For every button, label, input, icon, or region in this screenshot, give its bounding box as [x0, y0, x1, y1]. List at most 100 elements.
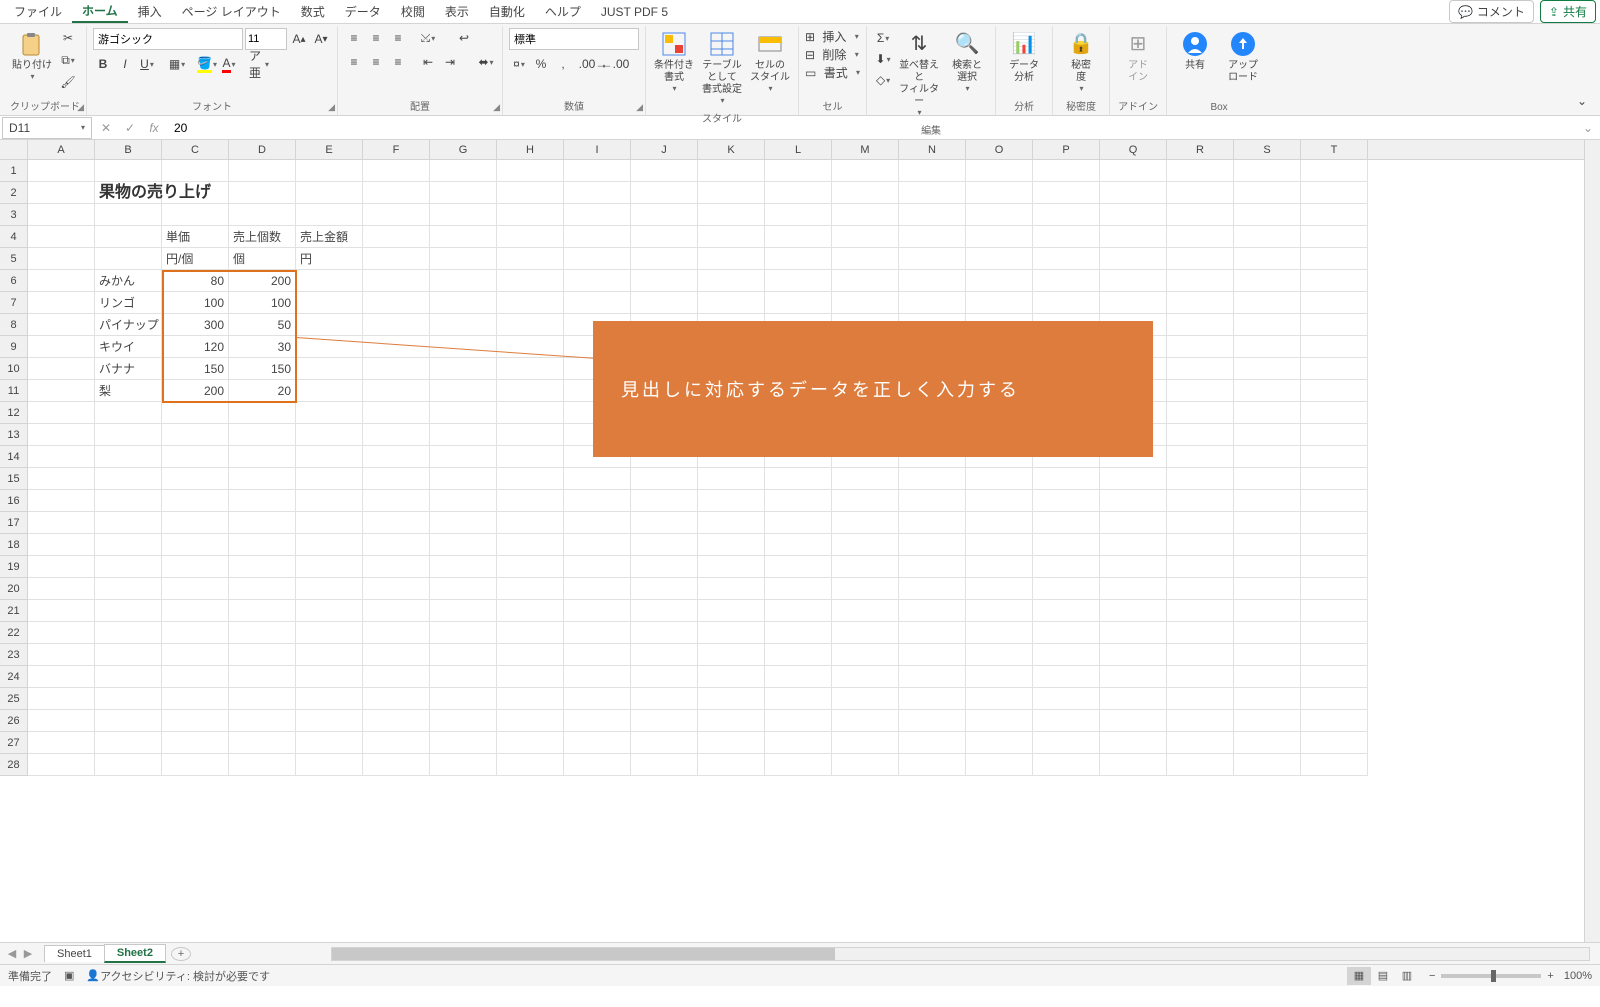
row-header[interactable]: 27 — [0, 732, 27, 754]
cell[interactable] — [1100, 160, 1167, 182]
italic-button[interactable]: I — [115, 54, 135, 74]
cell[interactable] — [1234, 380, 1301, 402]
row-header[interactable]: 4 — [0, 226, 27, 248]
cell[interactable] — [430, 204, 497, 226]
cell[interactable] — [363, 314, 430, 336]
cell[interactable] — [363, 226, 430, 248]
cell[interactable]: 円/個 — [162, 248, 229, 270]
cell[interactable] — [1234, 314, 1301, 336]
cell[interactable] — [363, 204, 430, 226]
cell-styles-button[interactable]: セルの スタイル▾ — [748, 28, 792, 96]
cell[interactable] — [1100, 666, 1167, 688]
cell[interactable] — [698, 248, 765, 270]
cell[interactable] — [1100, 292, 1167, 314]
cell[interactable] — [966, 644, 1033, 666]
row-header[interactable]: 16 — [0, 490, 27, 512]
box-share-button[interactable]: 共有 — [1173, 28, 1217, 74]
cell[interactable] — [966, 578, 1033, 600]
cell[interactable] — [1033, 512, 1100, 534]
cell[interactable] — [698, 160, 765, 182]
cell[interactable] — [832, 556, 899, 578]
cell[interactable] — [28, 732, 95, 754]
row-header[interactable]: 11 — [0, 380, 27, 402]
cell[interactable] — [1033, 688, 1100, 710]
cell[interactable] — [363, 380, 430, 402]
cell[interactable] — [832, 644, 899, 666]
cell[interactable]: 個 — [229, 248, 296, 270]
cell[interactable] — [363, 292, 430, 314]
cell[interactable] — [564, 270, 631, 292]
font-name-select[interactable] — [93, 28, 243, 50]
cell[interactable] — [1234, 732, 1301, 754]
cell[interactable] — [631, 578, 698, 600]
cell[interactable] — [832, 512, 899, 534]
cell[interactable] — [698, 688, 765, 710]
cell[interactable] — [95, 402, 162, 424]
cell[interactable] — [832, 160, 899, 182]
cell[interactable] — [1301, 688, 1368, 710]
cell[interactable] — [430, 490, 497, 512]
cell[interactable] — [1100, 732, 1167, 754]
column-header[interactable]: D — [229, 140, 296, 159]
cell[interactable] — [1234, 688, 1301, 710]
cell[interactable] — [1234, 182, 1301, 204]
cell[interactable] — [363, 490, 430, 512]
insert-function-button[interactable]: fx — [142, 117, 166, 139]
cell[interactable] — [832, 754, 899, 776]
row-header[interactable]: 23 — [0, 644, 27, 666]
cell[interactable] — [1301, 556, 1368, 578]
cell[interactable]: 150 — [162, 358, 229, 380]
cell[interactable] — [631, 754, 698, 776]
cell[interactable] — [1033, 292, 1100, 314]
cell[interactable] — [95, 622, 162, 644]
cell[interactable] — [698, 292, 765, 314]
cell[interactable] — [497, 380, 564, 402]
cell[interactable] — [899, 600, 966, 622]
cell[interactable] — [497, 732, 564, 754]
cell[interactable] — [698, 270, 765, 292]
cell[interactable] — [229, 204, 296, 226]
cell[interactable] — [698, 622, 765, 644]
cell[interactable] — [832, 468, 899, 490]
cell[interactable] — [1033, 248, 1100, 270]
cell[interactable] — [162, 160, 229, 182]
cell[interactable] — [497, 424, 564, 446]
cell[interactable] — [899, 248, 966, 270]
cell[interactable] — [229, 600, 296, 622]
cell[interactable] — [95, 490, 162, 512]
cell[interactable] — [28, 688, 95, 710]
fill-color-button[interactable]: 🪣▾ — [197, 54, 217, 74]
cell[interactable] — [698, 754, 765, 776]
zoom-level[interactable]: 100% — [1564, 970, 1592, 982]
cell[interactable] — [363, 468, 430, 490]
cell[interactable] — [430, 380, 497, 402]
cell[interactable] — [1301, 336, 1368, 358]
cell[interactable] — [698, 732, 765, 754]
cell[interactable] — [564, 534, 631, 556]
insert-cells-button[interactable]: ⊞ 挿入 ▾ — [805, 28, 859, 45]
cell[interactable] — [631, 556, 698, 578]
cell[interactable] — [832, 600, 899, 622]
column-header[interactable]: T — [1301, 140, 1368, 159]
cell[interactable] — [497, 248, 564, 270]
expand-formula-bar-button[interactable]: ⌄ — [1576, 117, 1600, 139]
view-page-break-button[interactable]: ▥ — [1395, 967, 1419, 985]
align-bottom-button[interactable]: ≡ — [388, 28, 408, 48]
cell[interactable] — [698, 490, 765, 512]
cell[interactable] — [1100, 534, 1167, 556]
cell[interactable] — [698, 556, 765, 578]
cell[interactable] — [1033, 490, 1100, 512]
sensitivity-button[interactable]: 🔒秘密 度▾ — [1059, 28, 1103, 96]
cell[interactable] — [28, 358, 95, 380]
cell[interactable] — [698, 644, 765, 666]
cell[interactable] — [497, 226, 564, 248]
cell[interactable] — [430, 160, 497, 182]
cell[interactable] — [1167, 754, 1234, 776]
cell[interactable] — [1167, 402, 1234, 424]
cell[interactable] — [95, 732, 162, 754]
format-as-table-button[interactable]: テーブルとして 書式設定▾ — [700, 28, 744, 108]
cell[interactable]: 20 — [229, 380, 296, 402]
cell[interactable] — [966, 270, 1033, 292]
cell[interactable] — [1301, 292, 1368, 314]
cell[interactable] — [1234, 534, 1301, 556]
